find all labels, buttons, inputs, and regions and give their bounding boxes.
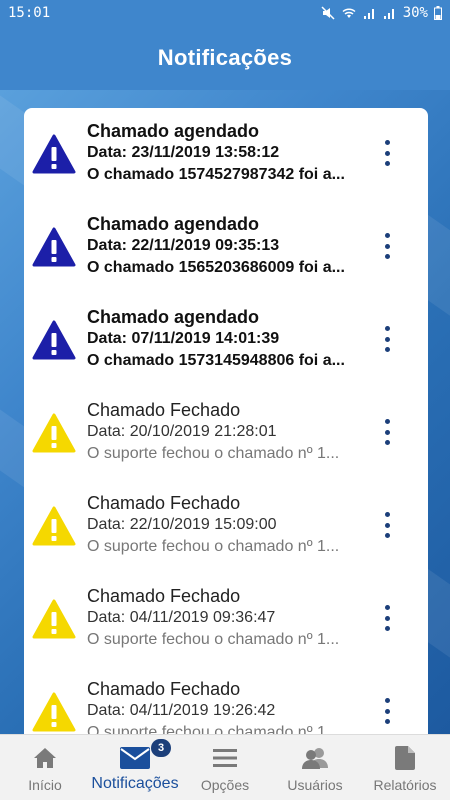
notification-date: Data: 04/11/2019 09:36:47 — [87, 609, 276, 626]
more-options-icon[interactable] — [378, 698, 396, 724]
nav-opcoes[interactable]: Opções — [180, 735, 270, 800]
signal-icon-2 — [383, 9, 394, 19]
warning-icon — [32, 413, 76, 453]
nav-notificacoes[interactable]: 3 Notificações — [90, 735, 180, 800]
notification-message: O chamado 1574527987342 foi a... — [87, 166, 345, 183]
notification-item[interactable]: Chamado agendado Data: 07/11/2019 14:01:… — [24, 294, 428, 387]
warning-icon — [32, 506, 76, 546]
notification-list[interactable]: Chamado agendado Data: 23/11/2019 13:58:… — [24, 108, 428, 748]
notification-title: Chamado agendado — [87, 121, 260, 141]
home-icon — [34, 748, 56, 768]
more-options-icon[interactable] — [378, 233, 396, 259]
signal-icon — [363, 9, 374, 19]
notification-date: Data: 04/11/2019 19:26:42 — [87, 702, 276, 719]
more-options-icon[interactable] — [378, 140, 396, 166]
notification-title: Chamado Fechado — [87, 679, 241, 699]
nav-label: Usuários — [287, 777, 343, 793]
notification-date: Data: 23/11/2019 13:58:12 — [87, 144, 280, 161]
more-options-icon[interactable] — [378, 419, 396, 445]
notification-message: O chamado 1573145948806 foi a... — [87, 352, 345, 369]
warning-icon — [32, 692, 76, 732]
notification-date: Data: 20/10/2019 21:28:01 — [87, 423, 277, 440]
warning-icon — [32, 599, 76, 639]
menu-icon — [213, 749, 237, 767]
nav-label: Opções — [200, 777, 250, 793]
notification-message: O suporte fechou o chamado nº 1... — [87, 538, 340, 555]
nav-label: Início — [28, 777, 62, 793]
nav-label: Relatórios — [373, 777, 437, 793]
notification-title: Chamado agendado — [87, 214, 260, 234]
more-options-icon[interactable] — [378, 326, 396, 352]
status-icons: 30% — [321, 5, 442, 21]
notification-item[interactable]: Chamado agendado Data: 23/11/2019 13:58:… — [24, 108, 428, 201]
notification-title: Chamado agendado — [87, 307, 260, 327]
mute-icon — [321, 6, 335, 20]
document-icon — [395, 746, 415, 770]
wifi-icon — [342, 8, 356, 18]
nav-relatorios[interactable]: Relatórios — [360, 735, 450, 800]
notification-title: Chamado Fechado — [87, 586, 241, 606]
warning-icon — [32, 227, 76, 267]
nav-label: Notificações — [91, 775, 179, 792]
notification-message: O suporte fechou o chamado nº 1... — [87, 445, 340, 462]
mail-icon — [120, 747, 150, 769]
more-options-icon[interactable] — [378, 605, 396, 631]
notification-date: Data: 22/10/2019 15:09:00 — [87, 516, 277, 533]
status-time: 15:01 — [8, 5, 51, 21]
app-header: Notificações — [0, 26, 450, 90]
notification-badge: 3 — [151, 739, 171, 757]
more-options-icon[interactable] — [378, 512, 396, 538]
notification-item[interactable]: Chamado Fechado Data: 20/10/2019 21:28:0… — [24, 387, 428, 480]
status-bar: 15:01 30% — [0, 0, 450, 26]
notification-message: O suporte fechou o chamado nº 1... — [87, 631, 340, 648]
notification-date: Data: 22/11/2019 09:35:13 — [87, 237, 280, 254]
notification-title: Chamado Fechado — [87, 400, 241, 420]
notification-item[interactable]: Chamado Fechado Data: 04/11/2019 09:36:4… — [24, 573, 428, 666]
notification-message: O chamado 1565203686009 foi a... — [87, 259, 345, 276]
battery-icon — [434, 6, 442, 20]
warning-icon — [32, 134, 76, 174]
notification-item[interactable]: Chamado Fechado Data: 22/10/2019 15:09:0… — [24, 480, 428, 573]
warning-icon — [32, 320, 76, 360]
notification-title: Chamado Fechado — [87, 493, 241, 513]
users-icon — [302, 748, 328, 769]
bottom-navigation: Início 3 Notificações Opções Usuários Re… — [0, 734, 450, 800]
notification-item[interactable]: Chamado agendado Data: 22/11/2019 09:35:… — [24, 201, 428, 294]
nav-inicio[interactable]: Início — [0, 735, 90, 800]
battery-percent: 30% — [402, 5, 428, 21]
page-title: Notificações — [157, 45, 293, 70]
notification-date: Data: 07/11/2019 14:01:39 — [87, 330, 280, 347]
nav-usuarios[interactable]: Usuários — [270, 735, 360, 800]
